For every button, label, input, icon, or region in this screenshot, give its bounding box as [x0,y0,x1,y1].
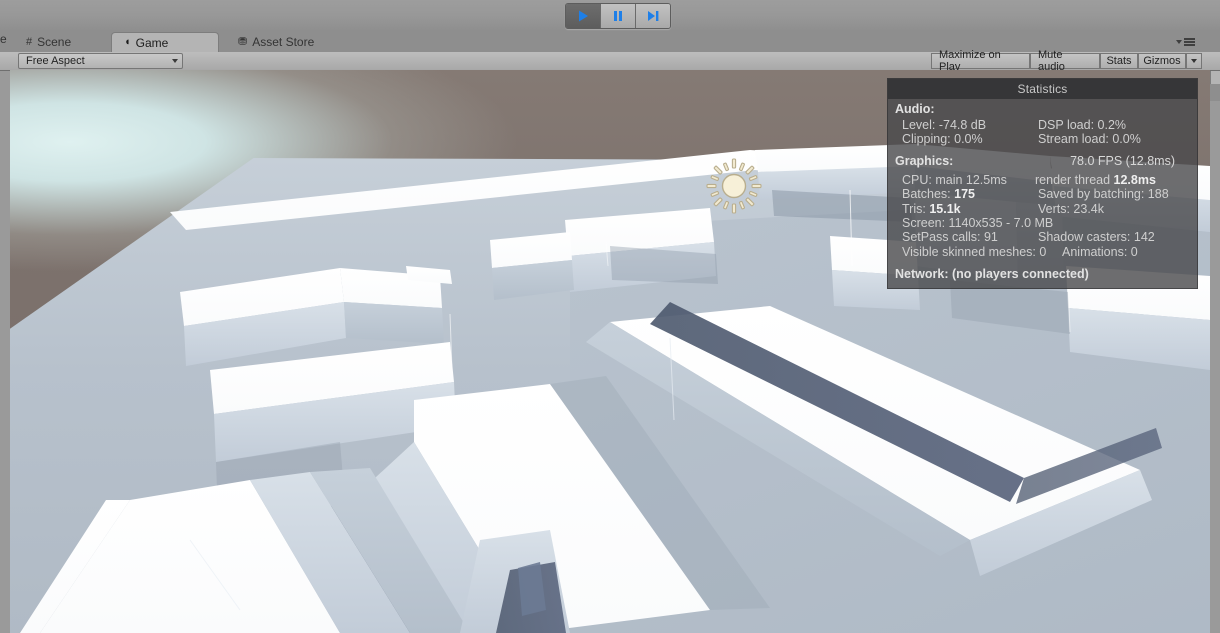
audio-level-label: Level: -74.8 dB [902,118,987,132]
game-viewport[interactable]: Statistics Audio: Level: -74.8 dB DSP lo… [10,70,1210,633]
tab-bar: e # Scene ◖ Game ⛃ Asset Store [0,31,1220,101]
play-icon [576,9,590,23]
screen-row: Screen: 1140x535 - 7.0 MB [888,216,1197,230]
tris-cell: Tris: 15.1k [902,202,1038,216]
scene-grid-icon: # [26,35,33,48]
tab-scene-label: Scene [37,35,72,49]
animations-label: Animations: 0 [1062,244,1138,259]
audio-dsp-label: DSP load: 0.2% [1038,118,1127,132]
render-thread-label: render thread [1035,172,1114,187]
audio-clipping-label: Clipping: 0.0% [902,132,983,147]
tris-row: Tris: 15.1k Verts: 23.4k [888,202,1197,216]
screen-label: Screen: 1140x535 - 7.0 MB [902,216,1054,231]
skinned-meshes-label: Visible skinned meshes: 0 [902,244,1047,259]
tab-scene[interactable]: # Scene [14,32,83,52]
audio-clipping-row: Clipping: 0.0% Stream load: 0.0% [888,132,1197,146]
batches-cell: Batches: 175 [902,187,1038,201]
tab-game[interactable]: ◖ Game [111,32,219,52]
graphics-section-heading: Graphics: 78.0 FPS (12.8ms) [888,147,1197,170]
step-icon [646,9,660,23]
tris-label: Tris: [902,201,930,216]
chevron-down-icon [1176,40,1182,44]
audio-level-row: Level: -74.8 dB DSP load: 0.2% [888,118,1197,132]
top-toolbar [0,0,1220,32]
step-button[interactable] [636,4,670,28]
game-view-toolbar: Free Aspect Maximize on Play Mute audio … [0,49,1220,73]
setpass-label: SetPass calls: 91 [902,230,998,245]
maximize-on-play-button[interactable]: Maximize on Play [931,49,1030,73]
audio-section-heading: Audio: [888,100,1197,118]
cpu-row: CPU: main 12.5ms render thread 12.8ms [888,170,1197,187]
batches-label: Batches: [902,187,955,202]
unity-editor-window: e # Scene ◖ Game ⛃ Asset Store Free Aspe… [0,0,1220,633]
gizmos-label: Gizmos [1143,55,1181,67]
audio-stream-label: Stream load: 0.0% [1038,132,1141,147]
gizmos-dropdown-button[interactable] [1186,53,1202,69]
statistics-panel: Statistics Audio: Level: -74.8 dB DSP lo… [887,78,1198,290]
tab-asset-store-label: Asset Store [252,35,315,49]
saved-by-batching-label: Saved by batching: 188 [1038,187,1169,202]
aspect-ratio-dropdown[interactable]: Free Aspect [18,53,183,69]
stats-label: Stats [1106,55,1132,67]
batches-row: Batches: 175 Saved by batching: 188 [888,187,1197,201]
playback-controls [565,3,671,29]
shadow-casters-label: Shadow casters: 142 [1038,230,1155,245]
cpu-main-label: CPU: main [902,172,966,187]
game-pacman-icon: ◖ [124,36,131,48]
gizmos-button[interactable]: Gizmos [1138,53,1186,69]
panel-options-menu-icon[interactable] [1176,36,1198,48]
stats-toggle-button[interactable]: Stats [1100,53,1138,69]
asset-store-bag-icon: ⛃ [238,35,248,48]
render-thread-value: 12.8ms [1113,172,1156,187]
batches-value: 175 [954,187,975,202]
tab-game-label: Game [135,35,169,50]
network-status-label: Network: (no players connected) [895,267,1089,282]
graphics-heading-label: Graphics: [895,153,954,168]
hamburger-icon [1184,38,1195,46]
mute-audio-button[interactable]: Mute audio [1030,49,1100,73]
aspect-ratio-label: Free Aspect [26,55,85,67]
directional-light-sun-gizmo[interactable] [706,158,762,214]
cpu-main-cell: CPU: main 12.5ms [902,173,1035,187]
render-thread-cell: render thread 12.8ms [1035,173,1197,187]
verts-label: Verts: 23.4k [1038,201,1105,216]
skinned-meshes-row: Visible skinned meshes: 0 Animations: 0 [888,245,1197,259]
pause-button[interactable] [601,4,636,28]
chevron-down-icon [172,59,178,63]
setpass-row: SetPass calls: 91 Shadow casters: 142 [888,230,1197,244]
statistics-title: Statistics [888,79,1197,99]
tab-edge-partial[interactable]: e [0,32,10,52]
cpu-main-value: 12.5ms [965,172,1007,187]
audio-heading-label: Audio: [895,102,935,116]
statistics-body: Audio: Level: -74.8 dB DSP load: 0.2% Cl… [888,99,1197,288]
fps-value: 78.0 FPS (12.8ms) [1070,153,1175,168]
play-button[interactable] [566,4,601,28]
tab-asset-store[interactable]: ⛃ Asset Store [226,32,326,52]
chevron-down-icon [1191,59,1197,63]
tris-value: 15.1k [929,201,961,216]
pause-icon [611,9,625,23]
